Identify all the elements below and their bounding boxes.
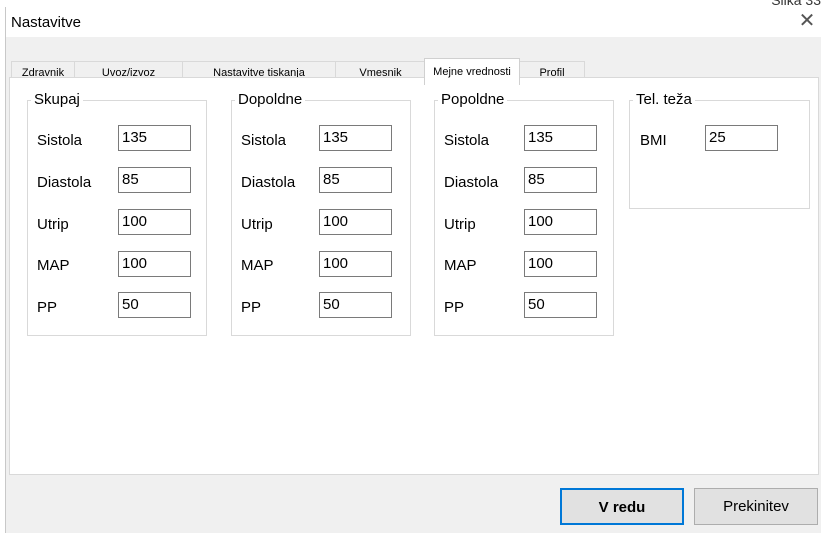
field-label: BMI <box>640 132 667 149</box>
field-label: Sistola <box>444 132 490 149</box>
skupaj-pp-input[interactable]: 50 <box>118 292 191 318</box>
title-bar: Nastavitve ✕ <box>6 7 821 37</box>
field-label: Utrip <box>241 216 273 233</box>
group-title: Tel. teža <box>633 91 695 108</box>
field-label: PP <box>444 299 465 316</box>
field-label: Utrip <box>37 216 69 233</box>
skupaj-sistola-input[interactable]: 135 <box>118 125 191 151</box>
skupaj-diastola-input[interactable]: 85 <box>118 167 191 193</box>
cancel-button[interactable]: Prekinitev <box>694 488 818 525</box>
field-label: Diastola <box>444 174 499 191</box>
settings-dialog: Nastavitve ✕ Zdravnik Uvoz/izvoz Nastavi… <box>5 7 821 533</box>
group-title: Popoldne <box>438 91 508 108</box>
field-label: MAP <box>241 257 274 274</box>
skupaj-map-input[interactable]: 100 <box>118 251 191 277</box>
group-skupaj: Skupaj Sistola 135 Diastola 85 Utrip 100… <box>27 91 207 336</box>
close-icon[interactable]: ✕ <box>795 9 819 33</box>
group-dopoldne: Dopoldne Sistola 135 Diastola 85 Utrip 1… <box>231 91 411 336</box>
popoldne-diastola-input[interactable]: 85 <box>524 167 597 193</box>
field-label: Sistola <box>241 132 287 149</box>
field-label: Utrip <box>444 216 476 233</box>
bmi-input[interactable]: 25 <box>705 125 778 151</box>
tab-panel: Skupaj Sistola 135 Diastola 85 Utrip 100… <box>9 77 819 475</box>
tab-mejne-vrednosti[interactable]: Mejne vrednosti <box>424 58 520 85</box>
field-label: PP <box>241 299 262 316</box>
popoldne-sistola-input[interactable]: 135 <box>524 125 597 151</box>
dopoldne-map-input[interactable]: 100 <box>319 251 392 277</box>
field-label: Sistola <box>37 132 83 149</box>
dopoldne-sistola-input[interactable]: 135 <box>319 125 392 151</box>
dopoldne-utrip-input[interactable]: 100 <box>319 209 392 235</box>
dialog-title: Nastavitve <box>11 14 82 31</box>
dopoldne-pp-input[interactable]: 50 <box>319 292 392 318</box>
popoldne-utrip-input[interactable]: 100 <box>524 209 597 235</box>
group-tel-teza: Tel. teža BMI 25 <box>629 91 810 209</box>
field-label: Diastola <box>241 174 296 191</box>
ok-button[interactable]: V redu <box>560 488 684 525</box>
group-title: Skupaj <box>31 91 83 108</box>
field-label: PP <box>37 299 58 316</box>
group-popoldne: Popoldne Sistola 135 Diastola 85 Utrip 1… <box>434 91 614 336</box>
field-label: Diastola <box>37 174 92 191</box>
dopoldne-diastola-input[interactable]: 85 <box>319 167 392 193</box>
field-label: MAP <box>444 257 477 274</box>
popoldne-map-input[interactable]: 100 <box>524 251 597 277</box>
group-title: Dopoldne <box>235 91 306 108</box>
skupaj-utrip-input[interactable]: 100 <box>118 209 191 235</box>
popoldne-pp-input[interactable]: 50 <box>524 292 597 318</box>
field-label: MAP <box>37 257 70 274</box>
